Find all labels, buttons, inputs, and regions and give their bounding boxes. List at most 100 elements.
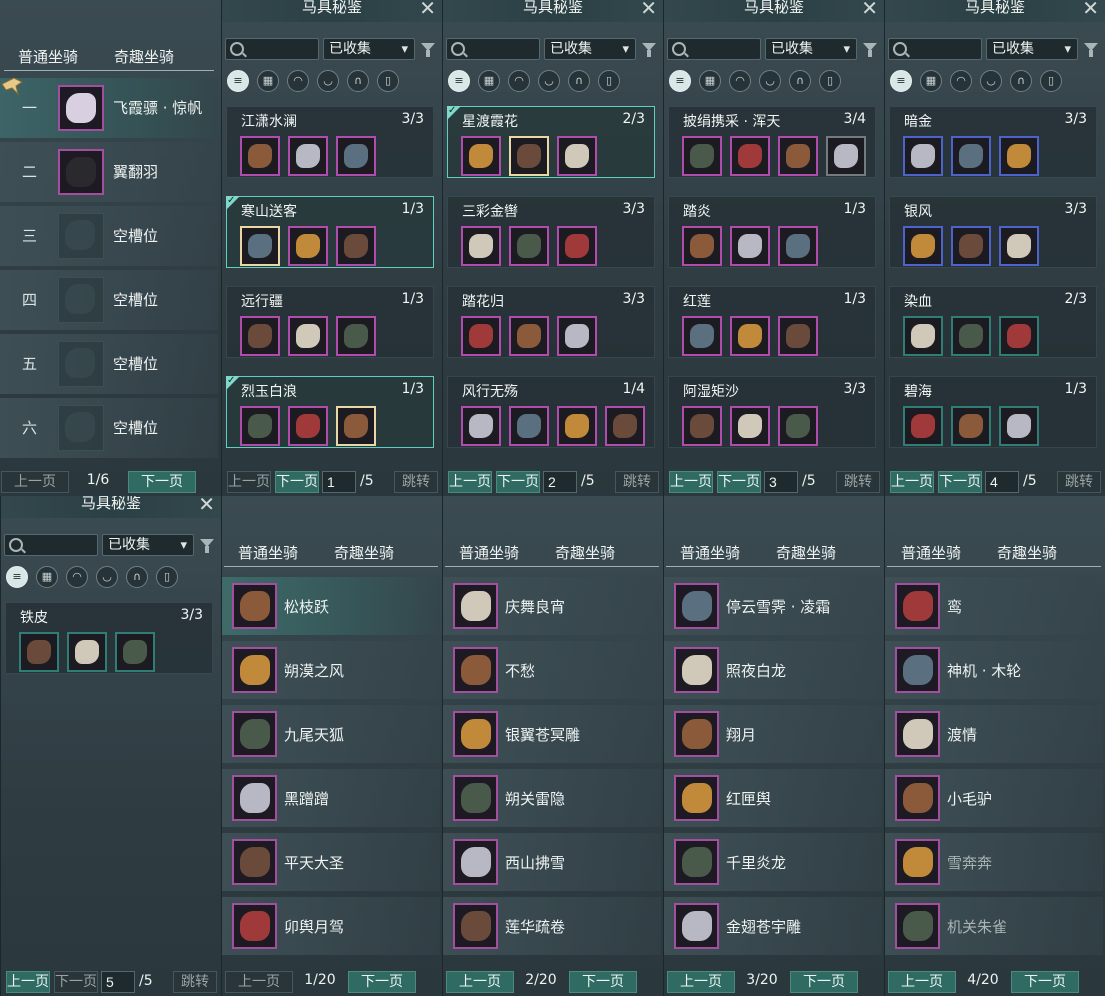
prev-page-button[interactable]: 上一页 — [6, 971, 50, 993]
filter-icon[interactable] — [421, 43, 435, 57]
tag-icon[interactable]: ▯ — [1040, 70, 1062, 92]
harness-piece[interactable] — [903, 226, 943, 266]
harness-piece[interactable] — [903, 406, 943, 446]
collection-filter-dropdown[interactable]: 已收集 ▾ — [323, 38, 415, 60]
mount-list-item[interactable]: 朔漠之风 — [222, 641, 440, 699]
mount-list-item[interactable]: 朔关雷隐 — [443, 769, 661, 827]
harness-piece[interactable] — [509, 316, 549, 356]
mount-list-item[interactable]: 银翼苍冥雕 — [443, 705, 661, 763]
next-page-button[interactable]: 下一页 — [717, 471, 761, 493]
tab-normal-mounts[interactable]: 普通坐骑 — [238, 542, 298, 563]
harness-piece[interactable] — [19, 632, 59, 672]
harness-piece[interactable] — [240, 316, 280, 356]
harness-piece[interactable] — [557, 226, 597, 266]
tag-icon[interactable]: ▯ — [598, 70, 620, 92]
close-button[interactable]: ✕ — [198, 496, 215, 514]
grid-icon[interactable]: ▦ — [36, 566, 58, 588]
harness-piece[interactable] — [288, 136, 328, 176]
prev-page-button[interactable]: 上一页 — [227, 471, 271, 493]
harness-piece[interactable] — [778, 226, 818, 266]
tab-fun-mounts[interactable]: 奇趣坐骑 — [114, 46, 174, 67]
harness-set-card[interactable]: 银风 3/3 — [889, 196, 1097, 268]
harness-piece[interactable] — [336, 226, 376, 266]
next-page-button[interactable]: 下一页 — [348, 971, 416, 993]
harness-piece[interactable] — [999, 316, 1039, 356]
jump-button[interactable]: 跳转 — [836, 471, 880, 493]
armor-icon[interactable]: ◡ — [538, 70, 560, 92]
harness-piece[interactable] — [336, 136, 376, 176]
harness-set-card[interactable]: 江潇水澜 3/3 — [226, 106, 434, 178]
next-page-button[interactable]: 下一页 — [938, 471, 982, 493]
next-page-button[interactable]: 下一页 — [1011, 971, 1079, 993]
armor-icon[interactable]: ◡ — [759, 70, 781, 92]
collection-filter-dropdown[interactable]: 已收集 ▾ — [986, 38, 1078, 60]
harness-piece[interactable] — [730, 136, 770, 176]
saddle-icon[interactable]: ◠ — [950, 70, 972, 92]
mount-list-item[interactable]: 卯舆月驾 — [222, 897, 440, 955]
harness-piece[interactable] — [557, 316, 597, 356]
harness-set-card[interactable]: 披绢携采 · 浑天 3/4 — [668, 106, 876, 178]
list-icon[interactable]: ≡ — [6, 566, 28, 588]
mount-slot[interactable]: 三 空槽位 — [0, 206, 218, 266]
harness-piece[interactable] — [557, 136, 597, 176]
search-input[interactable] — [246, 40, 320, 60]
mount-slot[interactable]: 五 空槽位 — [0, 334, 218, 394]
jump-button[interactable]: 跳转 — [1057, 471, 1101, 493]
harness-set-card[interactable]: 铁皮 3/3 — [5, 602, 213, 674]
tab-normal-mounts[interactable]: 普通坐骑 — [901, 542, 961, 563]
list-icon[interactable]: ≡ — [227, 70, 249, 92]
close-button[interactable]: ✕ — [861, 0, 878, 18]
next-page-button[interactable]: 下一页 — [54, 971, 98, 993]
harness-piece[interactable] — [288, 406, 328, 446]
close-button[interactable]: ✕ — [419, 0, 436, 18]
close-button[interactable]: ✕ — [640, 0, 657, 18]
harness-set-card[interactable]: 寒山送客 1/3 — [226, 195, 434, 268]
horseshoe-icon[interactable]: ∩ — [126, 566, 148, 588]
jump-button[interactable]: 跳转 — [615, 471, 659, 493]
saddle-icon[interactable]: ◠ — [287, 70, 309, 92]
harness-piece[interactable] — [682, 136, 722, 176]
mount-list-item[interactable]: 小毛驴 — [885, 769, 1103, 827]
search-box[interactable] — [667, 38, 762, 60]
page-number-input[interactable] — [764, 471, 798, 493]
mount-list-item[interactable]: 莲华疏卷 — [443, 897, 661, 955]
mount-list-item[interactable]: 翔月 — [664, 705, 882, 763]
next-page-button[interactable]: 下一页 — [275, 471, 319, 493]
harness-piece[interactable] — [461, 406, 501, 446]
mount-list-item[interactable]: 金翅苍宇雕 — [664, 897, 882, 955]
harness-set-card[interactable]: 风行无殇 1/4 — [447, 376, 655, 448]
harness-piece[interactable] — [288, 226, 328, 266]
saddle-icon[interactable]: ◠ — [66, 566, 88, 588]
harness-set-card[interactable]: 踏花归 3/3 — [447, 286, 655, 358]
grid-icon[interactable]: ▦ — [920, 70, 942, 92]
harness-piece[interactable] — [67, 632, 107, 672]
next-page-button[interactable]: 下一页 — [496, 471, 540, 493]
prev-page-button[interactable]: 上一页 — [888, 971, 956, 993]
search-input[interactable] — [688, 40, 762, 60]
harness-piece[interactable] — [461, 136, 501, 176]
harness-piece[interactable] — [999, 226, 1039, 266]
harness-piece[interactable] — [461, 226, 501, 266]
search-box[interactable] — [888, 38, 983, 60]
prev-page-button[interactable]: 上一页 — [1, 471, 69, 493]
tab-fun-mounts[interactable]: 奇趣坐骑 — [776, 542, 836, 563]
mount-list-item[interactable]: 九尾天狐 — [222, 705, 440, 763]
filter-icon[interactable] — [1084, 43, 1098, 57]
harness-piece[interactable] — [951, 136, 991, 176]
mount-list-item[interactable]: 渡情 — [885, 705, 1103, 763]
filter-icon[interactable] — [642, 43, 656, 57]
mount-slot[interactable]: 二 翼翻羽 — [0, 142, 218, 202]
close-button[interactable]: ✕ — [1082, 0, 1099, 18]
mount-list-item[interactable]: 神机 · 木轮 — [885, 641, 1103, 699]
mount-list-item[interactable]: 西山拂雪 — [443, 833, 661, 891]
next-page-button[interactable]: 下一页 — [128, 471, 196, 493]
armor-icon[interactable]: ◡ — [317, 70, 339, 92]
page-number-input[interactable] — [985, 471, 1019, 493]
mount-list-item[interactable]: 松枝跃 — [222, 577, 440, 635]
prev-page-button[interactable]: 上一页 — [446, 971, 514, 993]
mount-list-item[interactable]: 雪奔奔 — [885, 833, 1103, 891]
grid-icon[interactable]: ▦ — [257, 70, 279, 92]
harness-set-card[interactable]: 暗金 3/3 — [889, 106, 1097, 178]
harness-set-card[interactable]: 染血 2/3 — [889, 286, 1097, 358]
harness-piece[interactable] — [240, 406, 280, 446]
